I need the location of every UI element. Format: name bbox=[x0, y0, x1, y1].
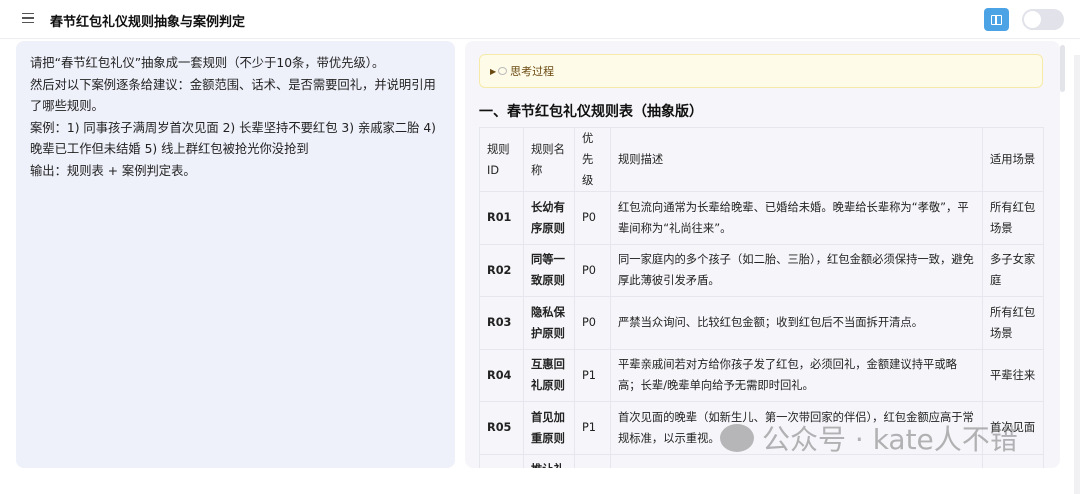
table-cell-ds: 红包流向通常为长辈给晚辈、已婚给未婚。晚辈给长辈称为“孝敬”，平辈间称为“礼尚往… bbox=[610, 191, 983, 245]
table-cell-id: R03 bbox=[479, 296, 524, 350]
table-cell-pr: P1 bbox=[574, 401, 611, 455]
table-cell-id: R05 bbox=[479, 401, 524, 455]
app-header: 春节红包礼仪规则抽象与案例判定 bbox=[0, 0, 1080, 39]
split-view-icon bbox=[991, 14, 1002, 25]
col-header: 优先级 bbox=[574, 127, 611, 192]
table-cell-ds: 严禁当众询问、比较红包金额；收到红包后不当面拆开清点。 bbox=[610, 296, 983, 350]
scrollbar-thumb[interactable] bbox=[1060, 45, 1065, 92]
table-cell-nm: 长幼有序原则 bbox=[523, 191, 575, 245]
table-cell-sc: 多子女家庭 bbox=[982, 243, 1044, 297]
table-row: R02 同等一致原则 P0 同一家庭内的多个孩子（如二胎、三胎），红包金额必须保持一致… bbox=[479, 243, 1044, 297]
thinking-label: 思考过程 bbox=[510, 65, 555, 78]
thinking-process-toggle[interactable]: ▶ 思考过程 bbox=[479, 54, 1043, 88]
answer-panel: ▶ 思考过程 一、春节红包礼仪规则表（抽象版） 规则ID 规则名称 优先级 规则… bbox=[465, 41, 1060, 468]
table-cell-id: R04 bbox=[479, 348, 524, 402]
table-cell-sc: 所有红包场景 bbox=[982, 191, 1044, 245]
table-cell-ds: 同一家庭内的多个孩子（如二胎、三胎），红包金额必须保持一致，避免厚此薄彼引发矛盾… bbox=[610, 243, 983, 297]
table-cell-id: R06 bbox=[479, 453, 524, 468]
prompt-line: 然后对以下案例逐条给建议：金额范围、话术、是否需要回礼，并说明引用了哪些规则。 bbox=[30, 77, 436, 114]
col-header: 规则描述 bbox=[610, 127, 983, 192]
table-cell-ds: 平辈亲戚间若对方给你孩子发了红包，必须回礼，金额建议持平或略高；长辈/晚辈单向给… bbox=[610, 348, 983, 402]
col-header: 规则名称 bbox=[523, 127, 575, 192]
table-cell-nm: 互惠回礼原则 bbox=[523, 348, 575, 402]
table-cell-nm: 推让礼仪 bbox=[523, 453, 575, 468]
watermark: 公众号 · kate人不错 bbox=[720, 418, 1018, 458]
table-cell-nm: 隐私保护原则 bbox=[523, 296, 575, 350]
table-cell-pr: P1 bbox=[574, 348, 611, 402]
table-cell-pr: P0 bbox=[574, 243, 611, 297]
wechat-logo-icon bbox=[720, 424, 754, 452]
col-header: 规则ID bbox=[479, 127, 524, 192]
user-prompt-panel: 请把“春节红包礼仪”抽象成一套规则（不少于10条，带优先级）。 然后对以下案例逐… bbox=[16, 41, 455, 468]
table-cell-nm: 首见加重原则 bbox=[523, 401, 575, 455]
prompt-line: 案例：1) 同事孩子满周岁首次见面 2) 长辈坚持不要红包 3) 亲戚家二胎 4… bbox=[30, 120, 436, 157]
page-scrollbar[interactable] bbox=[1074, 55, 1080, 494]
table-cell-pr: P1 bbox=[574, 453, 611, 468]
prompt-line: 输出：规则表 + 案例判定表。 bbox=[30, 163, 196, 178]
table-row: R04 互惠回礼原则 P1 平辈亲戚间若对方给你孩子发了红包，必须回礼，金额建议持平或… bbox=[479, 348, 1044, 402]
split-view-button[interactable] bbox=[984, 8, 1009, 31]
page-title: 春节红包礼仪规则抽象与案例判定 bbox=[50, 15, 246, 30]
section-title: 一、春节红包礼仪规则表（抽象版） bbox=[479, 104, 703, 120]
expand-triangle-icon: ▶ bbox=[490, 66, 497, 76]
thought-bubble-icon bbox=[498, 67, 508, 75]
table-cell-pr: P0 bbox=[574, 296, 611, 350]
prompt-line: 请把“春节红包礼仪”抽象成一套规则（不少于10条，带优先级）。 bbox=[30, 56, 385, 70]
watermark-text: 公众号 · kate人不错 bbox=[762, 423, 1018, 456]
table-row: R03 隐私保护原则 P0 严禁当众询问、比较红包金额；收到红包后不当面拆开清点。 所有… bbox=[479, 296, 1044, 350]
toggle-switch[interactable] bbox=[1022, 9, 1064, 30]
table-cell-sc: 所有红包场景 bbox=[982, 296, 1044, 350]
table-cell-id: R01 bbox=[479, 191, 524, 245]
col-header: 适用场景 bbox=[982, 127, 1044, 192]
table-cell-pr: P0 bbox=[574, 191, 611, 245]
table-cell-sc: 平辈往来 bbox=[982, 348, 1044, 402]
table-cell-id: R02 bbox=[479, 243, 524, 297]
table-row: R01 长幼有序原则 P0 红包流向通常为长辈给晚辈、已婚给未婚。晚辈给长辈称为“孝敬… bbox=[479, 191, 1044, 245]
menu-icon[interactable] bbox=[22, 12, 34, 24]
rules-table: 规则ID 规则名称 优先级 规则描述 适用场景 R01 长幼有序原则 P0 红包流向通… bbox=[479, 127, 1044, 468]
table-cell-nm: 同等一致原则 bbox=[523, 243, 575, 297]
